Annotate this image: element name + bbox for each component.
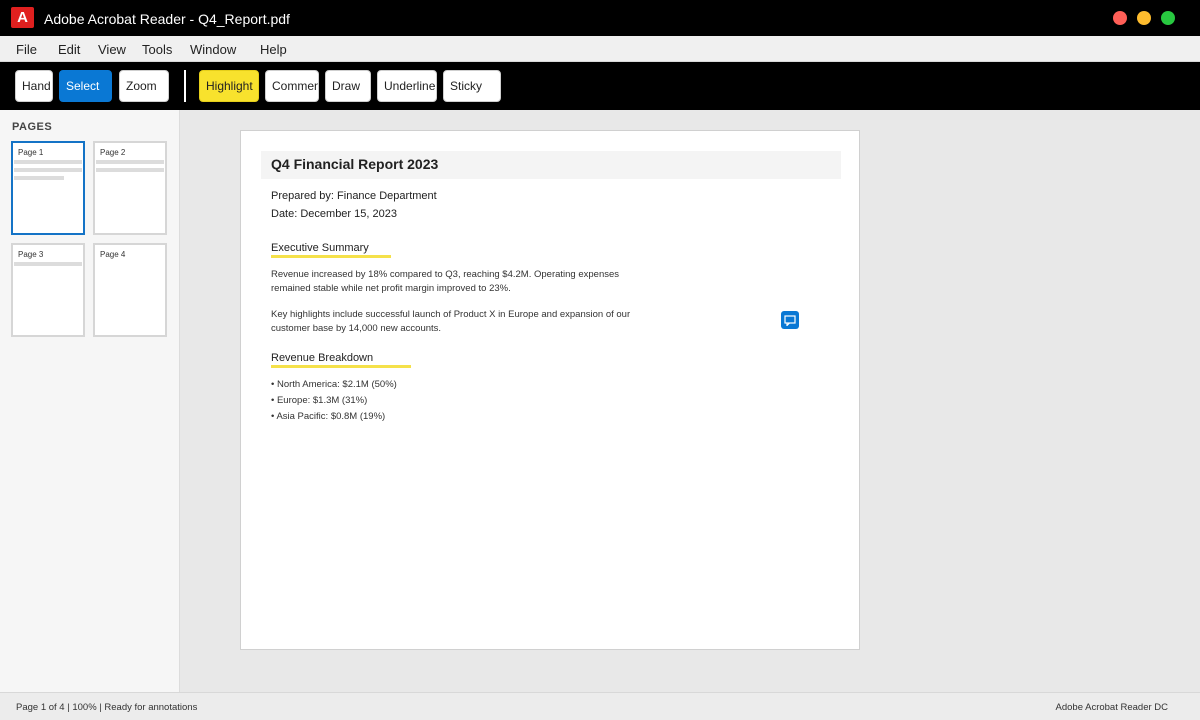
menu-edit[interactable]: Edit (58, 42, 80, 57)
menu-tools[interactable]: Tools (142, 42, 172, 57)
menu-window[interactable]: Window (190, 42, 236, 57)
summary-paragraph-1[interactable]: Revenue increased by 18% compared to Q3,… (271, 268, 631, 296)
pages-sidebar: PAGES Page 1 Page 2 Page 3 Page 4 (0, 110, 180, 692)
status-bar: Page 1 of 4 | 100% | Ready for annotatio… (0, 692, 1200, 720)
select-tool-button[interactable]: Select (59, 70, 112, 102)
title-band: Q4 Financial Report 2023 (261, 151, 841, 179)
highlight-tool-button[interactable]: Highlight (199, 70, 259, 102)
thumbnail-label: Page 3 (18, 250, 44, 259)
comment-tool-button[interactable]: Comment (265, 70, 319, 102)
thumbnail-label: Page 4 (100, 250, 126, 259)
thumbnail-text-line (14, 168, 82, 172)
acrobat-logo-icon: A (11, 7, 34, 28)
hand-tool-button[interactable]: Hand (15, 70, 53, 102)
menu-file[interactable]: File (16, 42, 37, 57)
thumbnail-text-line (96, 160, 164, 164)
comment-bubble-icon (784, 314, 796, 326)
thumbnail-text-line (14, 160, 82, 164)
document-viewport[interactable]: Q4 Financial Report 2023 Prepared by: Fi… (180, 110, 1200, 692)
date-text[interactable]: Date: December 15, 2023 (271, 208, 397, 220)
toolbar-divider (184, 70, 186, 102)
pdf-page[interactable]: Q4 Financial Report 2023 Prepared by: Fi… (240, 130, 860, 650)
page-thumbnail-4[interactable]: Page 4 (93, 243, 167, 337)
revenue-breakdown-heading[interactable]: Revenue Breakdown (271, 352, 373, 364)
thumbnail-text-line (14, 262, 82, 266)
toolbar: Hand Select Zoom Highlight Comment Draw … (0, 62, 1200, 110)
maximize-window-button[interactable] (1161, 11, 1175, 25)
document-title[interactable]: Q4 Financial Report 2023 (271, 156, 438, 172)
close-window-button[interactable] (1113, 11, 1127, 25)
draw-tool-button[interactable]: Draw (325, 70, 371, 102)
window-title: Adobe Acrobat Reader - Q4_Report.pdf (44, 11, 290, 27)
page-thumbnail-3[interactable]: Page 3 (11, 243, 85, 337)
page-thumbnail-2[interactable]: Page 2 (93, 141, 167, 235)
status-text: Page 1 of 4 | 100% | Ready for annotatio… (16, 702, 198, 713)
product-name: Adobe Acrobat Reader DC (1055, 702, 1168, 713)
bullet-item[interactable]: • Asia Pacific: $0.8M (19%) (271, 411, 385, 422)
highlight-annotation[interactable] (271, 255, 391, 258)
menu-view[interactable]: View (98, 42, 126, 57)
thumbnail-label: Page 2 (100, 148, 126, 157)
comment-icon[interactable] (781, 311, 799, 329)
highlight-annotation[interactable] (271, 365, 411, 368)
zoom-tool-button[interactable]: Zoom (119, 70, 169, 102)
menu-bar: File Edit View Tools Window Help (0, 36, 1200, 62)
title-bar: A Adobe Acrobat Reader - Q4_Report.pdf (0, 0, 1200, 36)
summary-paragraph-2[interactable]: Key highlights include successful launch… (271, 308, 631, 336)
prepared-by-text[interactable]: Prepared by: Finance Department (271, 190, 437, 202)
bullet-item[interactable]: • North America: $2.1M (50%) (271, 379, 397, 390)
underline-tool-button[interactable]: Underline (377, 70, 437, 102)
minimize-window-button[interactable] (1137, 11, 1151, 25)
bullet-item[interactable]: • Europe: $1.3M (31%) (271, 395, 367, 406)
page-thumbnail-1[interactable]: Page 1 (11, 141, 85, 235)
menu-help[interactable]: Help (260, 42, 287, 57)
thumbnail-text-line (96, 168, 164, 172)
sticky-tool-button[interactable]: Sticky (443, 70, 501, 102)
sidebar-title: PAGES (12, 121, 53, 133)
thumbnail-text-line (14, 176, 64, 180)
executive-summary-heading[interactable]: Executive Summary (271, 242, 369, 254)
acrobat-window: A Adobe Acrobat Reader - Q4_Report.pdf F… (0, 0, 1200, 720)
thumbnail-label: Page 1 (18, 148, 44, 157)
